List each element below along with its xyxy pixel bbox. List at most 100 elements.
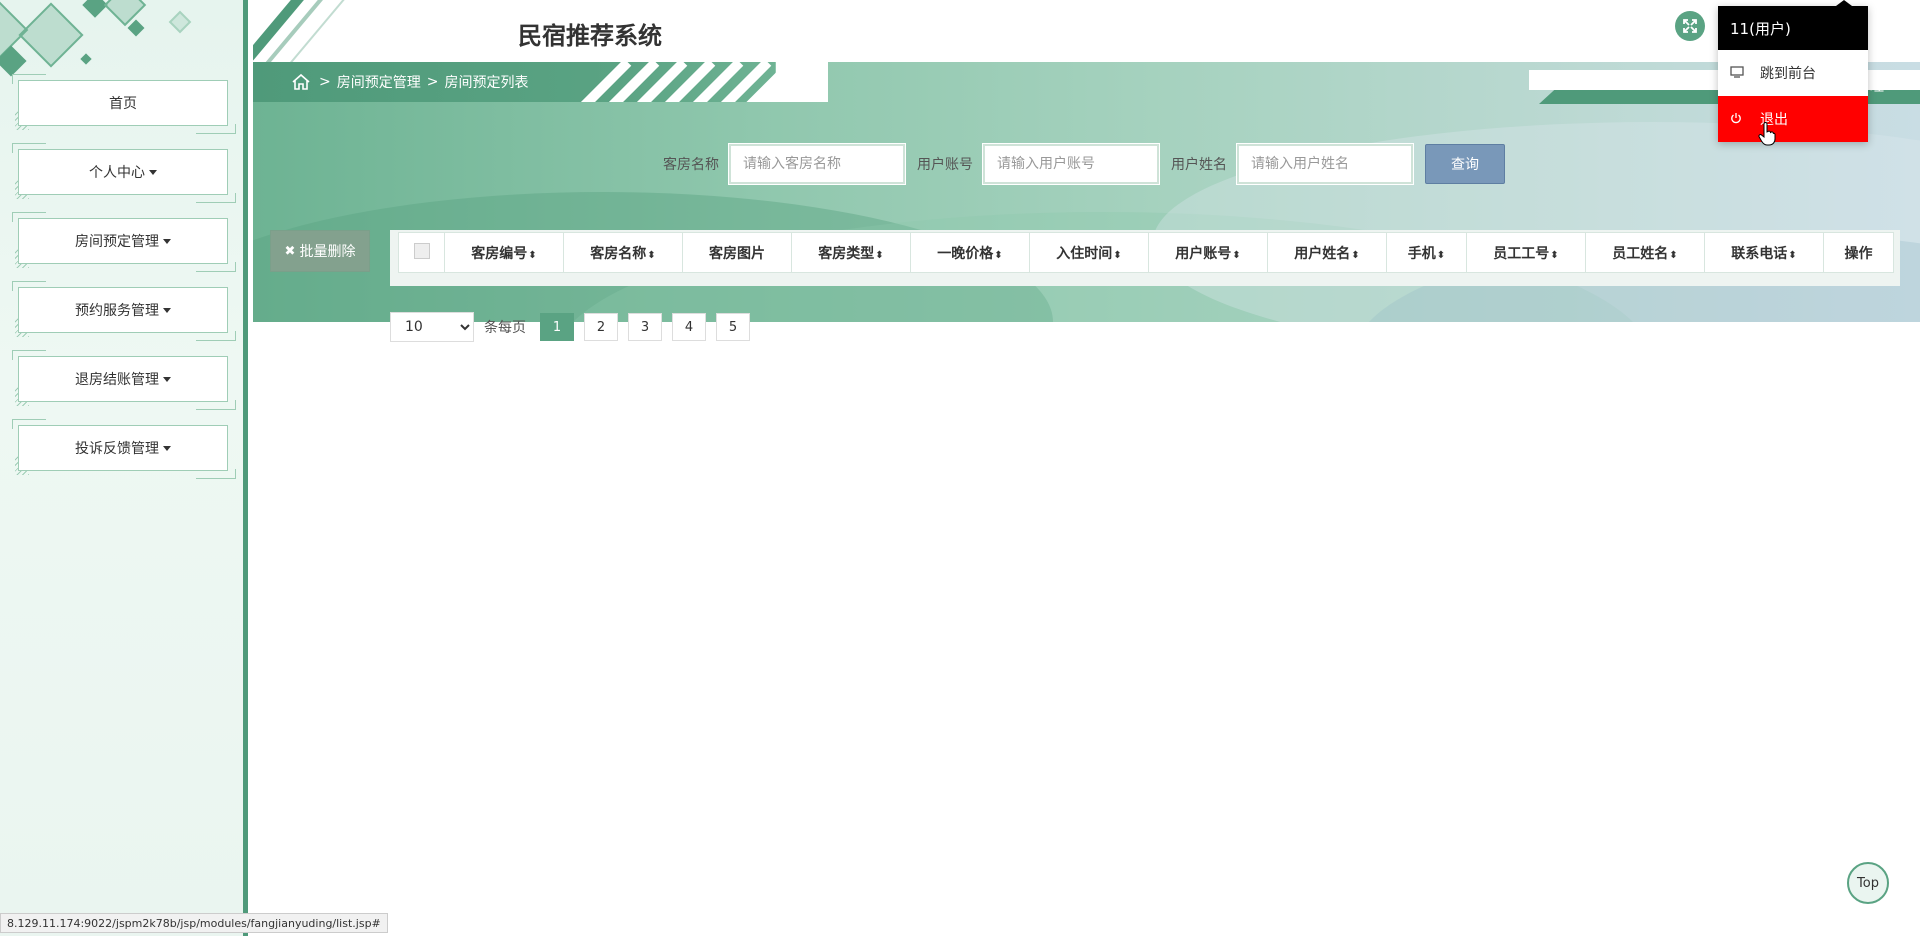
sidebar-item-personal-center-box[interactable]: 个人中心 [18,149,228,195]
breadcrumb-end [776,62,828,102]
sidebar-item-service-booking[interactable]: 预约服务管理 [12,281,236,341]
sort-icon: ⬍ [1788,249,1797,261]
hand-cursor-icon [1758,122,1776,146]
column-header[interactable]: 用户账号⬍ [1148,232,1268,273]
column-header[interactable]: 客房名称⬍ [563,232,683,273]
user-account-input[interactable] [982,143,1160,185]
page-button-5[interactable]: 5 [716,313,750,341]
table-container: 客房编号⬍ 客房名称⬍ 客房图片 客房类型⬍ 一晚价格⬍ 入住时间⬍ 用户账号⬍… [390,230,1900,286]
power-icon [1730,112,1744,127]
sidebar-menu: 首页 个人中心 房间预定管理 预约服务管理 退房结账管理 投诉反馈管理 [12,74,236,494]
sort-icon: ⬍ [1550,249,1559,261]
sort-icon: ⬍ [1232,249,1241,261]
page-button-2[interactable]: 2 [584,313,618,341]
goto-frontend-item[interactable]: 跳到前台 [1718,50,1868,96]
user-dropdown-menu: 11(用户) 跳到前台 退出 [1718,6,1868,142]
column-label: 手机 [1407,245,1436,262]
header-right-text: 理 [1870,79,1884,95]
breadcrumb-level2: 房间预定列表 [444,75,529,91]
logout-item[interactable]: 退出 [1718,96,1868,142]
fullscreen-toggle-button[interactable] [1675,11,1705,41]
column-label: 一晚价格 [937,245,994,262]
app-title: 民宿推荐系统 [518,22,662,50]
breadcrumb-level1[interactable]: 房间预定管理 [337,72,421,92]
booking-table: 客房编号⬍ 客房名称⬍ 客房图片 客房类型⬍ 一晚价格⬍ 入住时间⬍ 用户账号⬍… [398,232,1894,273]
column-header[interactable]: 员工工号⬍ [1466,232,1586,273]
caret-down-icon [163,238,171,244]
sidebar-item-label: 预约服务管理 [75,303,159,319]
sidebar-item-home[interactable]: 首页 [12,74,236,134]
breadcrumb: > 房间预定管理 > 房间预定列表 [291,72,534,92]
column-label: 客房名称 [590,245,647,262]
pagination: 10 条每页 1 2 3 4 5 [390,312,760,342]
sort-icon: ⬍ [528,249,537,261]
select-all-header[interactable] [398,232,445,273]
column-header[interactable]: 手机⬍ [1386,232,1467,273]
column-header[interactable]: 用户姓名⬍ [1267,232,1387,273]
sidebar-item-label: 房间预定管理 [75,234,159,250]
select-all-checkbox[interactable] [413,242,430,259]
search-form: 客房名称 用户账号 用户姓名 查询 [663,143,1505,185]
sidebar-item-checkout-box[interactable]: 退房结账管理 [18,356,228,402]
batch-delete-label: 批量删除 [299,244,356,260]
home-icon[interactable] [291,73,311,91]
caret-down-icon [163,307,171,313]
sidebar-item-label: 退房结账管理 [75,372,159,388]
column-header[interactable]: 一晚价格⬍ [910,232,1030,273]
monitor-icon [1730,65,1744,81]
sidebar-item-label: 首页 [109,96,137,112]
column-label: 联系电话 [1731,245,1788,262]
column-header[interactable]: 联系电话⬍ [1704,232,1824,273]
sidebar-item-checkout[interactable]: 退房结账管理 [12,350,236,410]
column-header[interactable]: 客房编号⬍ [444,232,564,273]
column-label: 客房编号 [471,245,528,262]
sort-icon: ⬍ [875,249,884,261]
page-button-1[interactable]: 1 [540,313,574,341]
user-name-input[interactable] [1236,143,1414,185]
sort-icon: ⬍ [647,249,656,261]
page-button-4[interactable]: 4 [672,313,706,341]
column-header: 客房图片 [682,232,792,273]
column-label: 员工工号 [1493,245,1550,262]
room-name-input[interactable] [728,143,906,185]
column-header[interactable]: 入住时间⬍ [1029,232,1149,273]
search-button[interactable]: 查询 [1425,144,1505,184]
goto-frontend-label: 跳到前台 [1760,66,1816,82]
sidebar-item-home-box[interactable]: 首页 [18,80,228,126]
sort-icon: ⬍ [1113,249,1122,261]
sidebar-item-personal-center[interactable]: 个人中心 [12,143,236,203]
sort-icon: ⬍ [1669,249,1678,261]
caret-down-icon [163,376,171,382]
room-name-label: 客房名称 [663,157,719,173]
page-button-3[interactable]: 3 [628,313,662,341]
batch-delete-button[interactable]: ✖ 批量删除 [270,230,370,272]
page-size-select[interactable]: 10 [390,312,474,342]
sidebar-item-complaints[interactable]: 投诉反馈管理 [12,419,236,479]
back-to-top-button[interactable]: Top [1847,862,1889,904]
column-label: 员工姓名 [1612,245,1669,262]
column-label: 入住时间 [1056,245,1113,262]
user-name-label: 用户姓名 [1171,157,1227,173]
caret-down-icon [163,445,171,451]
caret-down-icon [149,169,157,175]
close-icon: ✖ [284,243,296,259]
column-label: 客房图片 [709,245,765,262]
breadcrumb-separator: > [319,74,331,90]
column-label: 操作 [1844,245,1873,262]
user-account-label: 用户账号 [917,157,973,173]
sort-icon: ⬍ [1351,249,1360,261]
sidebar-item-room-booking-box[interactable]: 房间预定管理 [18,218,228,264]
sort-icon: ⬍ [994,249,1003,261]
breadcrumb-decoration [578,62,783,102]
table-header-row: 客房编号⬍ 客房名称⬍ 客房图片 客房类型⬍ 一晚价格⬍ 入住时间⬍ 用户账号⬍… [398,232,1894,273]
dropdown-user-label: 11(用户) [1718,6,1868,50]
sidebar: 首页 个人中心 房间预定管理 预约服务管理 退房结账管理 投诉反馈管理 [0,0,248,936]
column-label: 用户姓名 [1294,245,1351,262]
sidebar-item-complaints-box[interactable]: 投诉反馈管理 [18,425,228,471]
sidebar-item-room-booking[interactable]: 房间预定管理 [12,212,236,272]
column-label: 客房类型 [818,245,875,262]
column-header[interactable]: 客房类型⬍ [791,232,911,273]
header-decoration [253,0,363,62]
column-header[interactable]: 员工姓名⬍ [1585,232,1705,273]
sidebar-item-service-booking-box[interactable]: 预约服务管理 [18,287,228,333]
